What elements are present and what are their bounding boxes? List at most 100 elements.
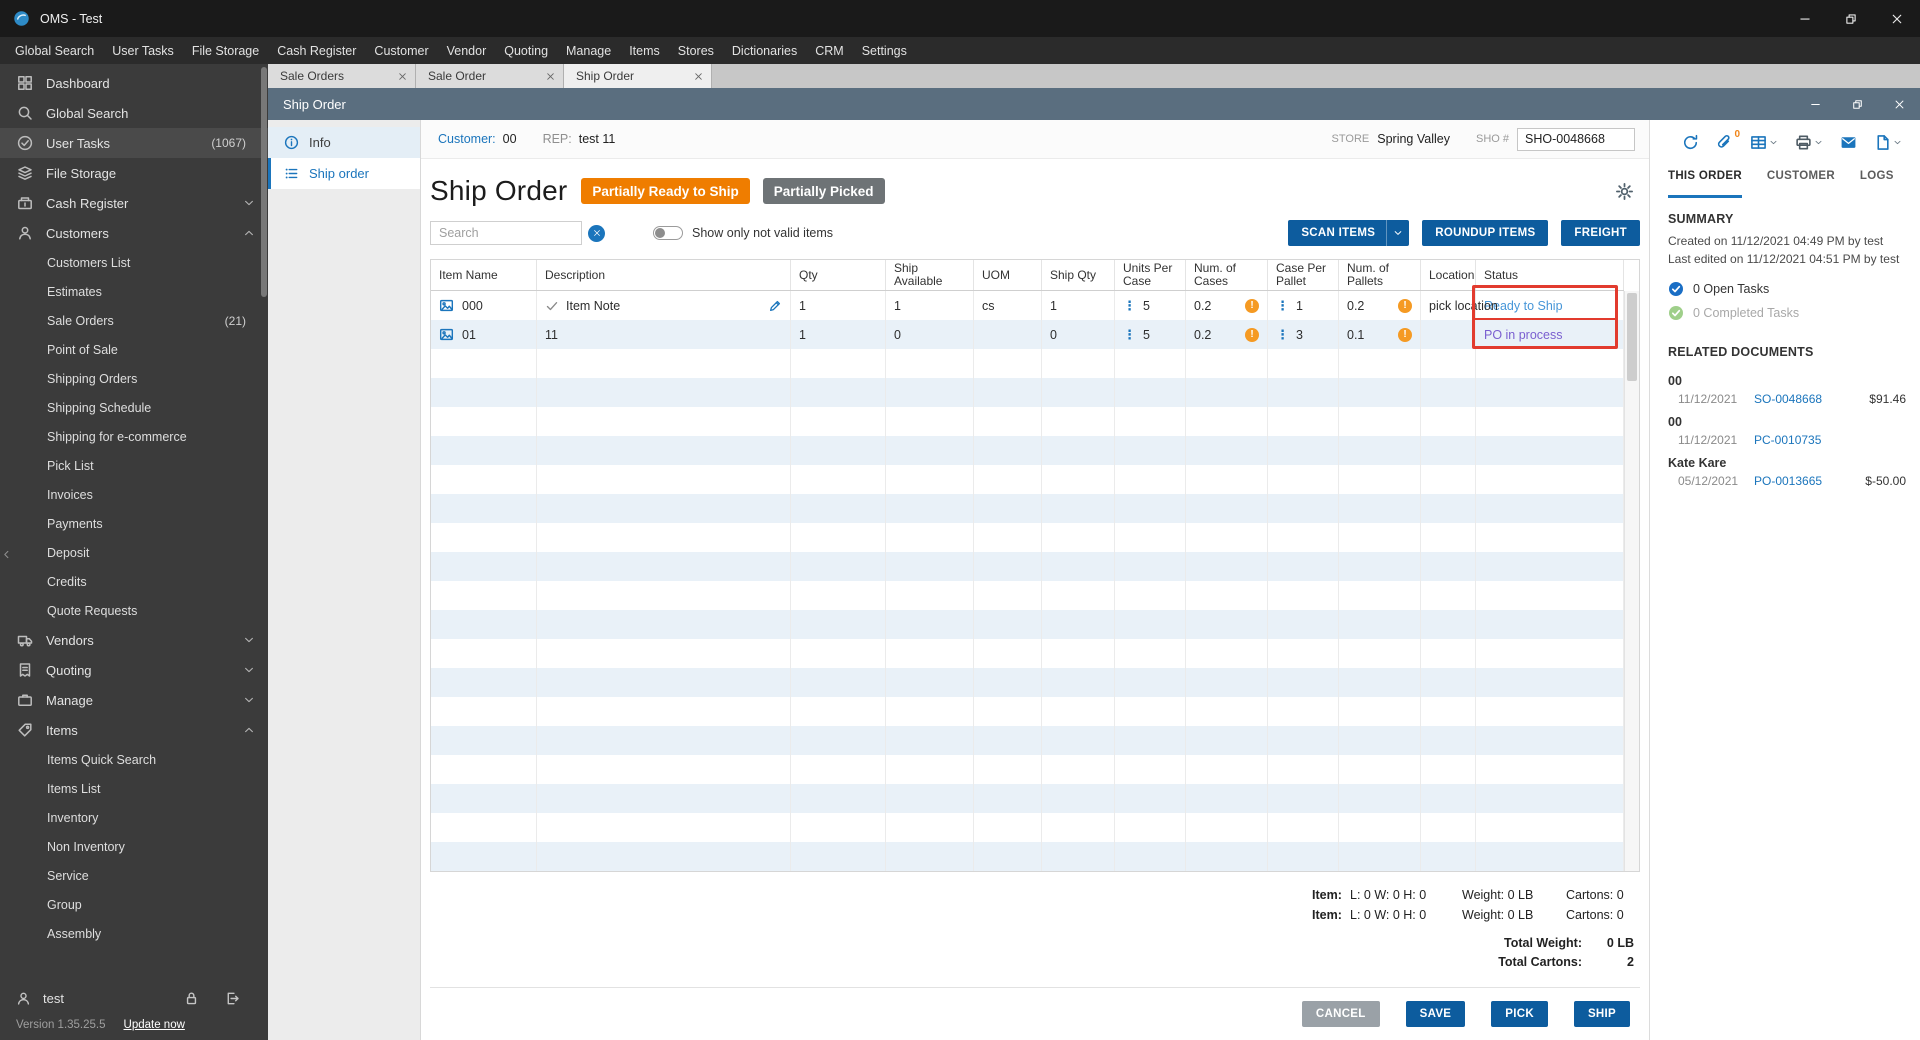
sidebar-item-shipping-schedule[interactable]: Shipping Schedule <box>0 393 268 422</box>
tab-sale-order[interactable]: Sale Order <box>416 64 564 88</box>
column-header-units-per-case[interactable]: Units Per Case <box>1115 260 1186 290</box>
tab-sale-orders[interactable]: Sale Orders <box>268 64 416 88</box>
sho-number-input[interactable] <box>1517 128 1635 151</box>
export-icon[interactable] <box>1874 134 1902 151</box>
refresh-icon[interactable] <box>1682 134 1699 151</box>
doc-nav-ship-order[interactable]: Ship order <box>268 158 420 189</box>
sidebar-item-manage[interactable]: Manage <box>0 685 268 715</box>
tab-this-order[interactable]: THIS ORDER <box>1668 170 1742 198</box>
pick-button[interactable]: PICK <box>1491 1001 1548 1027</box>
table-row[interactable]: 000Item Note11cs1⋮50.2!⋮10.2!pick locati… <box>431 291 1624 320</box>
menu-crm[interactable]: CRM <box>806 37 852 64</box>
inner-restore-button[interactable] <box>1836 88 1878 120</box>
sidebar-item-group[interactable]: Group <box>0 890 268 919</box>
sidebar-item-global-search[interactable]: Global Search <box>0 98 268 128</box>
minimize-button[interactable] <box>1782 0 1828 37</box>
restore-button[interactable] <box>1828 0 1874 37</box>
menu-settings[interactable]: Settings <box>853 37 916 64</box>
attachment-icon[interactable]: 0 <box>1716 134 1733 151</box>
menu-items[interactable]: Items <box>620 37 669 64</box>
document-link[interactable]: PC-0010735 <box>1754 433 1821 447</box>
scrollbar-thumb[interactable] <box>1627 293 1637 381</box>
drag-handle-icon[interactable]: ⋮ <box>1123 299 1136 312</box>
logout-icon[interactable] <box>225 991 240 1006</box>
column-header-uom[interactable]: UOM <box>974 260 1042 290</box>
open-tasks-row[interactable]: 0 Open Tasks <box>1668 281 1920 297</box>
menu-global-search[interactable]: Global Search <box>6 37 103 64</box>
update-link[interactable]: Update now <box>124 1019 185 1031</box>
ship-button[interactable]: SHIP <box>1574 1001 1630 1027</box>
gear-icon[interactable] <box>1615 182 1634 201</box>
table-row[interactable]: 0111100⋮50.2!⋮30.1!PO in process <box>431 320 1624 349</box>
drag-handle-icon[interactable]: ⋮ <box>1276 299 1289 312</box>
sidebar-item-quoting[interactable]: Quoting <box>0 655 268 685</box>
menu-dictionaries[interactable]: Dictionaries <box>723 37 806 64</box>
sidebar-item-invoices[interactable]: Invoices <box>0 480 268 509</box>
column-header-num-of-pallets[interactable]: Num. of Pallets <box>1339 260 1421 290</box>
clear-search-icon[interactable] <box>588 225 605 242</box>
completed-tasks-row[interactable]: 0 Completed Tasks <box>1668 305 1920 321</box>
drag-handle-icon[interactable]: ⋮ <box>1123 328 1136 341</box>
sidebar-collapse-handle[interactable] <box>1 548 12 563</box>
sidebar-item-deposit[interactable]: Deposit <box>0 538 268 567</box>
doc-nav-info[interactable]: Info <box>268 127 420 158</box>
sidebar-item-service[interactable]: Service <box>0 861 268 890</box>
tab-customer[interactable]: CUSTOMER <box>1767 170 1835 198</box>
valid-items-toggle[interactable] <box>653 226 683 240</box>
column-header-ship-qty[interactable]: Ship Qty <box>1042 260 1115 290</box>
sidebar-item-dashboard[interactable]: Dashboard <box>0 68 268 98</box>
print-icon[interactable] <box>1795 134 1823 151</box>
sidebar-item-assembly[interactable]: Assembly <box>0 919 268 948</box>
sidebar-item-shipping-orders[interactable]: Shipping Orders <box>0 364 268 393</box>
drag-handle-icon[interactable]: ⋮ <box>1276 328 1289 341</box>
document-link[interactable]: SO-0048668 <box>1754 392 1822 406</box>
sidebar-item-credits[interactable]: Credits <box>0 567 268 596</box>
save-button[interactable]: SAVE <box>1406 1001 1466 1027</box>
chevron-down-icon[interactable] <box>1393 228 1403 238</box>
sidebar-item-non-inventory[interactable]: Non Inventory <box>0 832 268 861</box>
close-icon[interactable] <box>546 72 555 81</box>
close-button[interactable] <box>1874 0 1920 37</box>
column-header-status[interactable]: Status <box>1476 260 1624 290</box>
column-header-qty[interactable]: Qty <box>791 260 886 290</box>
menu-quoting[interactable]: Quoting <box>495 37 557 64</box>
column-header-ship-available[interactable]: Ship Available <box>886 260 974 290</box>
edit-icon[interactable] <box>768 299 782 313</box>
sidebar-item-payments[interactable]: Payments <box>0 509 268 538</box>
menu-file-storage[interactable]: File Storage <box>183 37 268 64</box>
sidebar-item-file-storage[interactable]: File Storage <box>0 158 268 188</box>
column-header-item-name[interactable]: Item Name <box>431 260 537 290</box>
grid-scrollbar[interactable] <box>1624 291 1639 871</box>
sidebar-item-items-list[interactable]: Items List <box>0 774 268 803</box>
sidebar-item-items[interactable]: Items <box>0 715 268 745</box>
inner-close-button[interactable] <box>1878 88 1920 120</box>
email-icon[interactable] <box>1840 134 1857 151</box>
sidebar-item-inventory[interactable]: Inventory <box>0 803 268 832</box>
status-link[interactable]: PO in process <box>1484 328 1563 342</box>
sidebar-item-pick-list[interactable]: Pick List <box>0 451 268 480</box>
sidebar-scrollbar[interactable] <box>259 64 268 1040</box>
sidebar-item-sale-orders[interactable]: Sale Orders(21) <box>0 306 268 335</box>
menu-cash-register[interactable]: Cash Register <box>268 37 365 64</box>
tab-ship-order[interactable]: Ship Order <box>564 64 712 88</box>
menu-customer[interactable]: Customer <box>365 37 437 64</box>
sidebar-item-customers-list[interactable]: Customers List <box>0 248 268 277</box>
column-header-description[interactable]: Description <box>537 260 791 290</box>
sidebar-item-estimates[interactable]: Estimates <box>0 277 268 306</box>
sidebar-item-items-quick-search[interactable]: Items Quick Search <box>0 745 268 774</box>
sidebar-item-vendors[interactable]: Vendors <box>0 625 268 655</box>
menu-user-tasks[interactable]: User Tasks <box>103 37 183 64</box>
menu-stores[interactable]: Stores <box>669 37 723 64</box>
sidebar-item-user-tasks[interactable]: User Tasks(1067) <box>0 128 268 158</box>
scrollbar-thumb[interactable] <box>261 67 267 297</box>
sidebar-item-cash-register[interactable]: Cash Register <box>0 188 268 218</box>
column-header-case-per-pallet[interactable]: Case Per Pallet <box>1268 260 1339 290</box>
column-header-location[interactable]: Location <box>1421 260 1476 290</box>
search-input[interactable] <box>430 221 582 245</box>
close-icon[interactable] <box>694 72 703 81</box>
sidebar-item-customers[interactable]: Customers <box>0 218 268 248</box>
menu-vendor[interactable]: Vendor <box>438 37 496 64</box>
cancel-button[interactable]: CANCEL <box>1302 1001 1380 1027</box>
tab-logs[interactable]: LOGS <box>1860 170 1894 198</box>
document-link[interactable]: PO-0013665 <box>1754 474 1822 488</box>
